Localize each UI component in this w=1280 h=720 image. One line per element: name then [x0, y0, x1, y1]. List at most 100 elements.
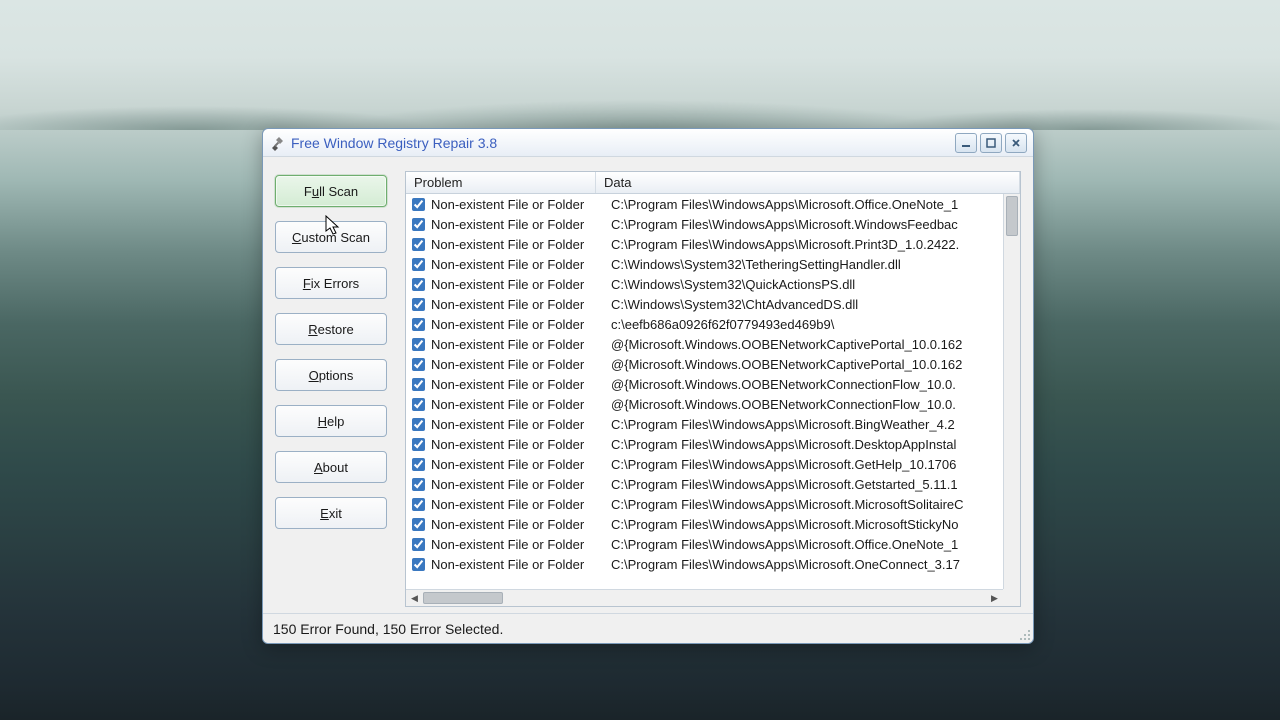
table-row[interactable]: Non-existent File or Folder@{Microsoft.W… — [406, 374, 1020, 394]
btn-underline: C — [292, 230, 301, 245]
btn-text: ll Scan — [319, 184, 358, 199]
full-scan-button[interactable]: Full Scan — [275, 175, 387, 207]
row-checkbox[interactable] — [412, 518, 425, 531]
row-checkbox[interactable] — [412, 538, 425, 551]
horizontal-scroll-track[interactable] — [423, 590, 986, 606]
table-row[interactable]: Non-existent File or Folderc:\eefb686a09… — [406, 314, 1020, 334]
cell-problem: Non-existent File or Folder — [431, 237, 603, 252]
cell-data: C:\Windows\System32\QuickActionsPS.dll — [603, 277, 1020, 292]
cell-data: C:\Program Files\WindowsApps\Microsoft.O… — [603, 557, 1020, 572]
horizontal-scroll-thumb[interactable] — [423, 592, 503, 604]
table-row[interactable]: Non-existent File or FolderC:\Program Fi… — [406, 534, 1020, 554]
resize-grip-icon[interactable] — [1017, 627, 1031, 641]
cell-problem: Non-existent File or Folder — [431, 517, 603, 532]
minimize-button[interactable] — [955, 133, 977, 153]
table-row[interactable]: Non-existent File or FolderC:\Program Fi… — [406, 514, 1020, 534]
client-area: Full Scan Custom Scan Fix Errors Restore… — [263, 157, 1033, 613]
table-row[interactable]: Non-existent File or FolderC:\Program Fi… — [406, 494, 1020, 514]
status-bar: 150 Error Found, 150 Error Selected. — [263, 613, 1033, 643]
btn-underline: R — [308, 322, 317, 337]
cell-data: C:\Program Files\WindowsApps\Microsoft.G… — [603, 477, 1020, 492]
row-checkbox[interactable] — [412, 238, 425, 251]
about-button[interactable]: About — [275, 451, 387, 483]
row-checkbox[interactable] — [412, 258, 425, 271]
btn-underline: A — [314, 460, 323, 475]
titlebar[interactable]: Free Window Registry Repair 3.8 — [263, 129, 1033, 157]
btn-text: xit — [329, 506, 342, 521]
row-checkbox[interactable] — [412, 318, 425, 331]
cell-data: C:\Program Files\WindowsApps\Microsoft.P… — [603, 237, 1020, 252]
cell-data: C:\Windows\System32\ChtAdvancedDS.dll — [603, 297, 1020, 312]
table-row[interactable]: Non-existent File or FolderC:\Program Fi… — [406, 554, 1020, 574]
table-row[interactable]: Non-existent File or FolderC:\Program Fi… — [406, 414, 1020, 434]
status-text: 150 Error Found, 150 Error Selected. — [273, 621, 503, 637]
rows-container[interactable]: Non-existent File or FolderC:\Program Fi… — [406, 194, 1020, 606]
cell-problem: Non-existent File or Folder — [431, 197, 603, 212]
row-checkbox[interactable] — [412, 298, 425, 311]
cell-problem: Non-existent File or Folder — [431, 477, 603, 492]
row-checkbox[interactable] — [412, 498, 425, 511]
row-checkbox[interactable] — [412, 198, 425, 211]
row-checkbox[interactable] — [412, 398, 425, 411]
cell-problem: Non-existent File or Folder — [431, 317, 603, 332]
table-row[interactable]: Non-existent File or Folder@{Microsoft.W… — [406, 354, 1020, 374]
btn-underline: H — [318, 414, 327, 429]
row-checkbox[interactable] — [412, 478, 425, 491]
row-checkbox[interactable] — [412, 378, 425, 391]
close-button[interactable] — [1005, 133, 1027, 153]
row-checkbox[interactable] — [412, 418, 425, 431]
row-checkbox[interactable] — [412, 338, 425, 351]
fix-errors-button[interactable]: Fix Errors — [275, 267, 387, 299]
restore-button[interactable]: Restore — [275, 313, 387, 345]
row-checkbox[interactable] — [412, 218, 425, 231]
btn-text: estore — [318, 322, 354, 337]
cell-data: C:\Program Files\WindowsApps\Microsoft.M… — [603, 497, 1020, 512]
table-row[interactable]: Non-existent File or FolderC:\Windows\Sy… — [406, 294, 1020, 314]
cell-problem: Non-existent File or Folder — [431, 217, 603, 232]
cell-data: C:\Program Files\WindowsApps\Microsoft.B… — [603, 417, 1020, 432]
btn-underline: O — [309, 368, 319, 383]
btn-text: bout — [323, 460, 348, 475]
btn-underline: E — [320, 506, 329, 521]
cell-problem: Non-existent File or Folder — [431, 437, 603, 452]
scroll-left-icon[interactable]: ◀ — [406, 590, 423, 607]
options-button[interactable]: Options — [275, 359, 387, 391]
vertical-scrollbar[interactable] — [1003, 194, 1020, 589]
custom-scan-button[interactable]: Custom Scan — [275, 221, 387, 253]
table-row[interactable]: Non-existent File or FolderC:\Program Fi… — [406, 234, 1020, 254]
column-header-problem[interactable]: Problem — [406, 172, 596, 193]
table-row[interactable]: Non-existent File or FolderC:\Program Fi… — [406, 474, 1020, 494]
table-row[interactable]: Non-existent File or FolderC:\Windows\Sy… — [406, 274, 1020, 294]
table-row[interactable]: Non-existent File or Folder@{Microsoft.W… — [406, 394, 1020, 414]
cell-data: c:\eefb686a0926f62f0779493ed469b9\ — [603, 317, 1020, 332]
table-row[interactable]: Non-existent File or Folder@{Microsoft.W… — [406, 334, 1020, 354]
window-controls — [955, 133, 1027, 153]
horizontal-scrollbar[interactable]: ◀ ▶ — [406, 589, 1003, 606]
btn-text: ix Errors — [311, 276, 359, 291]
cell-problem: Non-existent File or Folder — [431, 377, 603, 392]
exit-button[interactable]: Exit — [275, 497, 387, 529]
help-button[interactable]: Help — [275, 405, 387, 437]
cell-data: @{Microsoft.Windows.OOBENetworkCaptivePo… — [603, 357, 1020, 372]
cell-data: @{Microsoft.Windows.OOBENetworkConnectio… — [603, 377, 1020, 392]
column-headers: Problem Data — [406, 172, 1020, 194]
row-checkbox[interactable] — [412, 558, 425, 571]
table-row[interactable]: Non-existent File or FolderC:\Program Fi… — [406, 434, 1020, 454]
cell-data: C:\Program Files\WindowsApps\Microsoft.O… — [603, 537, 1020, 552]
scroll-right-icon[interactable]: ▶ — [986, 590, 1003, 607]
row-checkbox[interactable] — [412, 458, 425, 471]
table-row[interactable]: Non-existent File or FolderC:\Program Fi… — [406, 194, 1020, 214]
column-header-data[interactable]: Data — [596, 172, 1020, 193]
maximize-button[interactable] — [980, 133, 1002, 153]
btn-text: ptions — [319, 368, 354, 383]
btn-text: elp — [327, 414, 344, 429]
row-checkbox[interactable] — [412, 438, 425, 451]
vertical-scroll-thumb[interactable] — [1006, 196, 1018, 236]
app-icon — [269, 135, 285, 151]
table-row[interactable]: Non-existent File or FolderC:\Program Fi… — [406, 454, 1020, 474]
cell-data: @{Microsoft.Windows.OOBENetworkConnectio… — [603, 397, 1020, 412]
table-row[interactable]: Non-existent File or FolderC:\Windows\Sy… — [406, 254, 1020, 274]
row-checkbox[interactable] — [412, 278, 425, 291]
table-row[interactable]: Non-existent File or FolderC:\Program Fi… — [406, 214, 1020, 234]
row-checkbox[interactable] — [412, 358, 425, 371]
